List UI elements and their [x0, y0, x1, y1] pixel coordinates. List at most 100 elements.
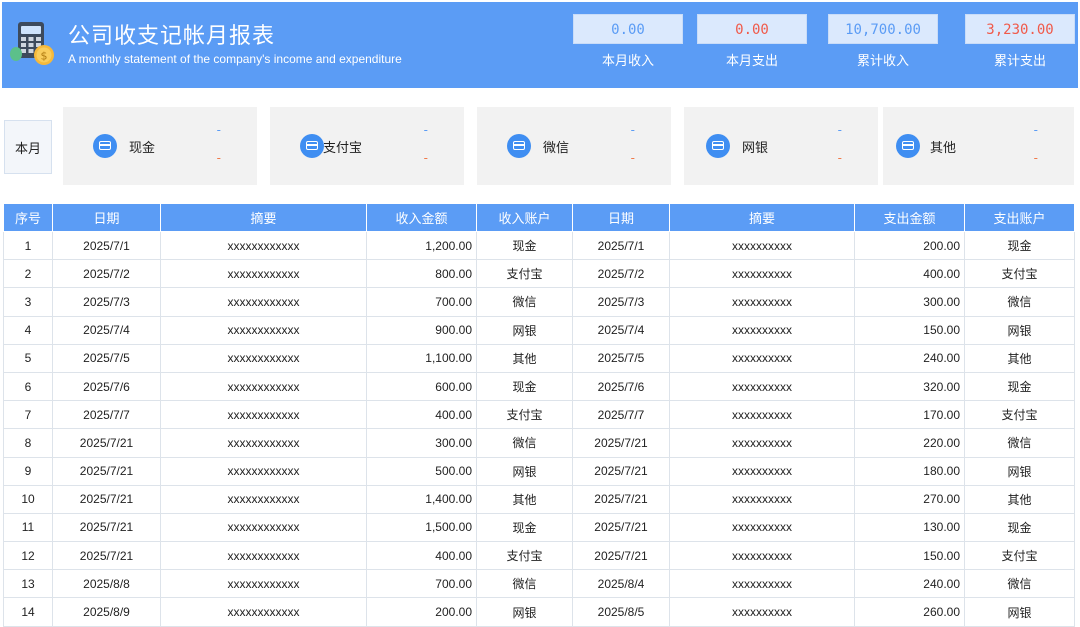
cell-expense-summary[interactable]: xxxxxxxxxx [669, 315, 855, 345]
cell-expense-amount[interactable]: 130.00 [854, 512, 965, 543]
col-header-expense-account[interactable]: 支出账户 [964, 203, 1075, 232]
cell-expense-amount[interactable]: 400.00 [854, 259, 965, 289]
cell-income-account[interactable]: 现金 [476, 512, 573, 543]
cell-income-account[interactable]: 网银 [476, 456, 573, 486]
cell-expense-account[interactable]: 支付宝 [964, 400, 1075, 430]
cell-expense-account[interactable]: 支付宝 [964, 541, 1075, 571]
cell-expense-amount[interactable]: 270.00 [854, 484, 965, 514]
cell-expense-date[interactable]: 2025/7/21 [572, 512, 670, 543]
cell-income-amount[interactable]: 200.00 [366, 597, 477, 627]
cell-income-amount[interactable]: 700.00 [366, 287, 477, 317]
cell-expense-account[interactable]: 其他 [964, 343, 1075, 373]
cell-income-date[interactable]: 2025/7/21 [52, 428, 161, 458]
col-header-income-account[interactable]: 收入账户 [476, 203, 573, 232]
cell-income-account[interactable]: 现金 [476, 371, 573, 402]
cell-index[interactable]: 12 [3, 541, 53, 571]
cell-income-amount[interactable]: 1,400.00 [366, 484, 477, 514]
table-row[interactable]: 3 2025/7/3 xxxxxxxxxxxx 700.00 微信 2025/7/3 xxx… [3, 287, 1075, 317]
cell-income-account[interactable]: 其他 [476, 343, 573, 373]
cell-expense-date[interactable]: 2025/8/4 [572, 569, 670, 599]
cell-expense-account[interactable]: 网银 [964, 597, 1075, 627]
cell-income-account[interactable]: 微信 [476, 428, 573, 458]
cell-expense-amount[interactable]: 240.00 [854, 569, 965, 599]
cell-income-date[interactable]: 2025/7/4 [52, 315, 161, 345]
cell-income-amount[interactable]: 400.00 [366, 400, 477, 430]
cell-income-date[interactable]: 2025/7/6 [52, 371, 161, 402]
cell-income-account[interactable]: 现金 [476, 230, 573, 261]
cell-expense-account[interactable]: 微信 [964, 569, 1075, 599]
cell-income-summary[interactable]: xxxxxxxxxxxx [160, 541, 367, 571]
cell-income-amount[interactable]: 1,100.00 [366, 343, 477, 373]
cell-expense-summary[interactable]: xxxxxxxxxx [669, 343, 855, 373]
cell-income-summary[interactable]: xxxxxxxxxxxx [160, 371, 367, 402]
table-row[interactable]: 5 2025/7/5 xxxxxxxxxxxx 1,100.00 其他 2025/7/5 x… [3, 343, 1075, 373]
cell-expense-account[interactable]: 支付宝 [964, 259, 1075, 289]
cell-income-summary[interactable]: xxxxxxxxxxxx [160, 315, 367, 345]
cell-index[interactable]: 1 [3, 230, 53, 261]
cell-income-account[interactable]: 网银 [476, 597, 573, 627]
col-header-expense-summary[interactable]: 摘要 [669, 203, 855, 232]
table-row[interactable]: 2 2025/7/2 xxxxxxxxxxxx 800.00 支付宝 2025/7/2 xx… [3, 259, 1075, 289]
cell-expense-amount[interactable]: 150.00 [854, 541, 965, 571]
cell-income-summary[interactable]: xxxxxxxxxxxx [160, 343, 367, 373]
cell-index[interactable]: 10 [3, 484, 53, 514]
cell-income-account[interactable]: 其他 [476, 484, 573, 514]
cell-expense-summary[interactable]: xxxxxxxxxx [669, 428, 855, 458]
table-row[interactable]: 9 2025/7/21 xxxxxxxxxxxx 500.00 网银 2025/7/21 x… [3, 456, 1075, 486]
cell-income-summary[interactable]: xxxxxxxxxxxx [160, 597, 367, 627]
cell-income-summary[interactable]: xxxxxxxxxxxx [160, 400, 367, 430]
cell-expense-date[interactable]: 2025/7/3 [572, 287, 670, 317]
cell-expense-account[interactable]: 微信 [964, 428, 1075, 458]
cell-income-summary[interactable]: xxxxxxxxxxxx [160, 230, 367, 261]
cell-income-amount[interactable]: 800.00 [366, 259, 477, 289]
cell-expense-date[interactable]: 2025/7/21 [572, 484, 670, 514]
col-header-index[interactable]: 序号 [3, 203, 53, 232]
cell-expense-amount[interactable]: 220.00 [854, 428, 965, 458]
cell-index[interactable]: 4 [3, 315, 53, 345]
cell-income-amount[interactable]: 1,200.00 [366, 230, 477, 261]
cell-income-summary[interactable]: xxxxxxxxxxxx [160, 512, 367, 543]
cell-income-account[interactable]: 微信 [476, 287, 573, 317]
cell-index[interactable]: 2 [3, 259, 53, 289]
cell-income-date[interactable]: 2025/7/2 [52, 259, 161, 289]
cell-expense-account[interactable]: 网银 [964, 315, 1075, 345]
cell-expense-summary[interactable]: xxxxxxxxxx [669, 541, 855, 571]
cell-income-account[interactable]: 网银 [476, 315, 573, 345]
cell-expense-date[interactable]: 2025/7/4 [572, 315, 670, 345]
col-header-income-amount[interactable]: 收入金额 [366, 203, 477, 232]
col-header-income-summary[interactable]: 摘要 [160, 203, 367, 232]
cell-index[interactable]: 3 [3, 287, 53, 317]
cell-expense-date[interactable]: 2025/7/5 [572, 343, 670, 373]
cell-income-summary[interactable]: xxxxxxxxxxxx [160, 259, 367, 289]
table-row[interactable]: 14 2025/8/9 xxxxxxxxxxxx 200.00 网银 2025/8/5 xx… [3, 597, 1075, 627]
cell-index[interactable]: 14 [3, 597, 53, 627]
cell-index[interactable]: 11 [3, 512, 53, 543]
cell-expense-date[interactable]: 2025/7/2 [572, 259, 670, 289]
cell-expense-summary[interactable]: xxxxxxxxxx [669, 287, 855, 317]
cell-expense-amount[interactable]: 180.00 [854, 456, 965, 486]
cell-income-date[interactable]: 2025/7/21 [52, 456, 161, 486]
cell-income-date[interactable]: 2025/7/7 [52, 400, 161, 430]
cell-income-amount[interactable]: 400.00 [366, 541, 477, 571]
cell-index[interactable]: 8 [3, 428, 53, 458]
cell-expense-account[interactable]: 其他 [964, 484, 1075, 514]
cell-income-date[interactable]: 2025/7/21 [52, 512, 161, 543]
cell-index[interactable]: 13 [3, 569, 53, 599]
cell-expense-summary[interactable]: xxxxxxxxxx [669, 484, 855, 514]
cell-income-amount[interactable]: 500.00 [366, 456, 477, 486]
cell-expense-date[interactable]: 2025/8/5 [572, 597, 670, 627]
cell-expense-amount[interactable]: 240.00 [854, 343, 965, 373]
cell-income-date[interactable]: 2025/7/21 [52, 541, 161, 571]
cell-expense-summary[interactable]: xxxxxxxxxx [669, 230, 855, 261]
cell-income-summary[interactable]: xxxxxxxxxxxx [160, 456, 367, 486]
cell-expense-amount[interactable]: 260.00 [854, 597, 965, 627]
cell-expense-summary[interactable]: xxxxxxxxxx [669, 569, 855, 599]
cell-income-date[interactable]: 2025/7/21 [52, 484, 161, 514]
table-row[interactable]: 8 2025/7/21 xxxxxxxxxxxx 300.00 微信 2025/7/21 x… [3, 428, 1075, 458]
cell-income-account[interactable]: 支付宝 [476, 400, 573, 430]
cell-income-summary[interactable]: xxxxxxxxxxxx [160, 287, 367, 317]
cell-income-amount[interactable]: 900.00 [366, 315, 477, 345]
table-row[interactable]: 4 2025/7/4 xxxxxxxxxxxx 900.00 网银 2025/7/4 xxx… [3, 315, 1075, 345]
cell-expense-date[interactable]: 2025/7/1 [572, 230, 670, 261]
cell-income-amount[interactable]: 700.00 [366, 569, 477, 599]
